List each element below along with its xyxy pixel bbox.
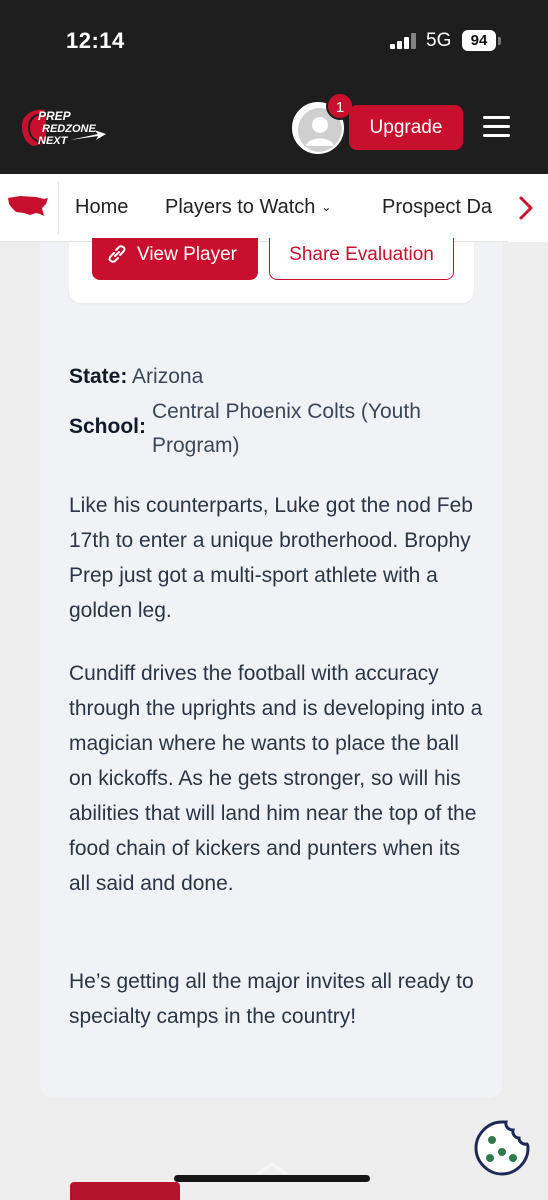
nav-item-players-to-watch[interactable]: Players to Watch ⌄ <box>165 196 331 219</box>
player-actions-card: View Player Share Evaluation <box>69 238 474 303</box>
nav-item-label: Prospect Da <box>382 196 493 218</box>
svg-text:NEXT: NEXT <box>38 135 69 147</box>
chevron-down-icon: ⌄ <box>321 200 332 214</box>
svg-text:PREP: PREP <box>38 109 72 123</box>
status-time: 12:14 <box>66 28 125 53</box>
battery-tip <box>498 37 501 45</box>
link-icon <box>106 243 128 277</box>
state-row: State: Arizona <box>69 365 203 389</box>
nav-item-label: Home <box>75 196 129 218</box>
signal-icon <box>390 33 418 49</box>
battery-icon: 94 <box>462 30 496 51</box>
status-bar: 12:14 5G 94 <box>0 0 548 82</box>
nav-item-home[interactable]: Home <box>75 196 128 219</box>
nav-bar: Home Players to Watch ⌄ Prospect Da <box>0 174 548 242</box>
network-type: 5G <box>426 30 452 51</box>
next-card-button[interactable] <box>70 1182 180 1200</box>
nav-scroll-right-button[interactable] <box>508 174 548 242</box>
view-player-button[interactable]: View Player <box>92 238 258 280</box>
us-map-icon[interactable] <box>6 194 50 220</box>
hamburger-menu-icon[interactable] <box>483 116 510 138</box>
state-label: State: <box>69 365 128 388</box>
nav-divider <box>58 182 59 234</box>
home-indicator <box>174 1175 370 1182</box>
view-player-label: View Player <box>137 244 237 265</box>
school-label: School: <box>69 415 146 438</box>
player-evaluation-card: View Player Share Evaluation State: Ariz… <box>40 238 503 1098</box>
article-paragraph: Like his counterparts, Luke got the nod … <box>69 494 473 622</box>
article-paragraph: He’s getting all the major invites all r… <box>69 970 474 1028</box>
prep-redzone-next-logo[interactable]: PREP REDZONE NEXT <box>16 104 112 152</box>
upgrade-button[interactable]: Upgrade <box>349 105 463 150</box>
nav-item-prospect[interactable]: Prospect Da <box>382 196 500 219</box>
svg-text:REDZONE: REDZONE <box>42 123 96 135</box>
school-value: Central Phoenix Colts (Youth Program) <box>152 400 421 457</box>
app-header: PREP REDZONE NEXT <box>0 82 548 174</box>
share-evaluation-button[interactable]: Share Evaluation <box>269 238 454 280</box>
cookie-settings-icon[interactable] <box>472 1118 532 1178</box>
nav-item-label: Players to Watch <box>165 196 316 218</box>
chevron-right-icon <box>519 196 533 220</box>
article-paragraph: Cundiff drives the football with accurac… <box>69 662 483 895</box>
state-value: Arizona <box>132 365 204 388</box>
